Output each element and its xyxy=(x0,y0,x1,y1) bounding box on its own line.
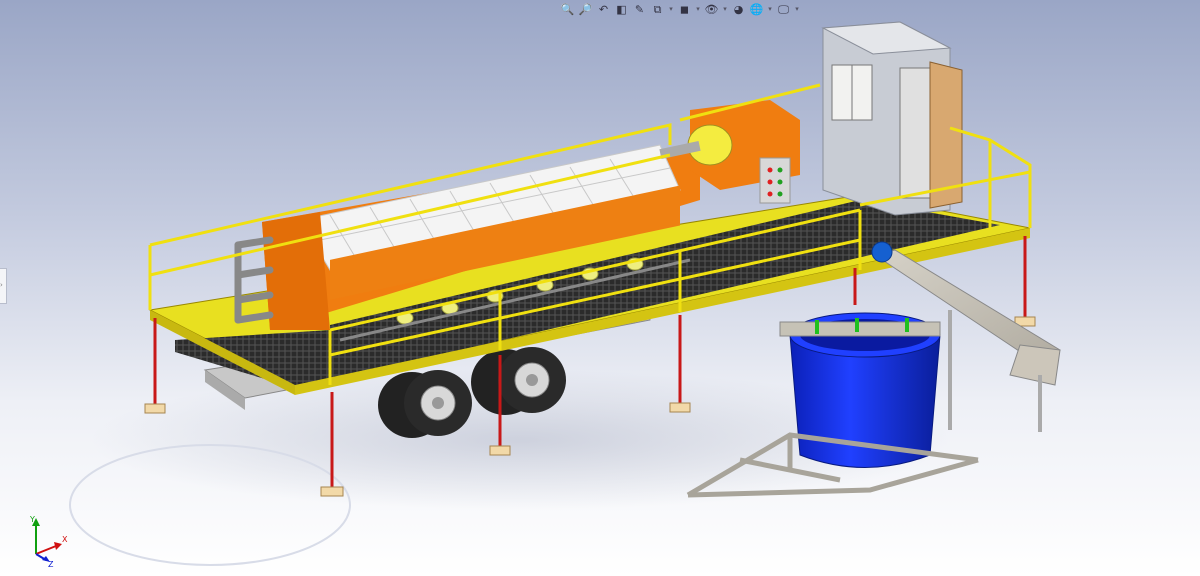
previous-view-icon[interactable]: ↶ xyxy=(596,2,611,17)
view-orientation-icon[interactable]: ⧉ xyxy=(650,2,665,17)
edit-appearance-icon[interactable]: ◕ xyxy=(731,2,746,17)
view-settings-dropdown-icon[interactable]: ▾ xyxy=(794,2,800,17)
hide-show-items-icon[interactable]: 👁 xyxy=(704,2,719,17)
apply-scene-dropdown-icon[interactable]: ▾ xyxy=(767,2,773,17)
hide-show-dropdown-icon[interactable]: ▾ xyxy=(722,2,728,17)
display-style-dropdown-icon[interactable]: ▾ xyxy=(695,2,701,17)
apply-scene-icon[interactable]: 🌐 xyxy=(749,2,764,17)
operator-cabin[interactable] xyxy=(821,21,963,216)
x-axis-label: X xyxy=(62,535,68,544)
graphics-viewport[interactable]: 🔍 🔎 ↶ ◧ ✎ ⧉ ▾ ◼ ▾ 👁 ▾ ◕ 🌐 ▾ 🖵 ▾ › Y X Z xyxy=(0,0,1200,576)
left-panel-expand-handle[interactable]: › xyxy=(0,268,7,304)
y-axis-label: Y xyxy=(29,515,35,524)
display-style-icon[interactable]: ◼ xyxy=(677,2,692,17)
assembly-model[interactable] xyxy=(0,0,1200,576)
z-axis-label: Z xyxy=(48,560,54,568)
dynamic-annotation-icon[interactable]: ✎ xyxy=(632,2,647,17)
section-view-icon[interactable]: ◧ xyxy=(614,2,629,17)
zoom-to-fit-icon[interactable]: 🔍 xyxy=(560,2,575,17)
heads-up-view-toolbar: 🔍 🔎 ↶ ◧ ✎ ⧉ ▾ ◼ ▾ 👁 ▾ ◕ 🌐 ▾ 🖵 ▾ xyxy=(560,0,830,18)
zoom-to-area-icon[interactable]: 🔎 xyxy=(578,2,593,17)
reference-triad: Y X Z xyxy=(29,515,68,568)
view-orientation-dropdown-icon[interactable]: ▾ xyxy=(668,2,674,17)
chevron-right-icon: › xyxy=(0,281,3,289)
view-settings-icon[interactable]: 🖵 xyxy=(776,2,791,17)
x-axis-arrow xyxy=(35,545,57,555)
